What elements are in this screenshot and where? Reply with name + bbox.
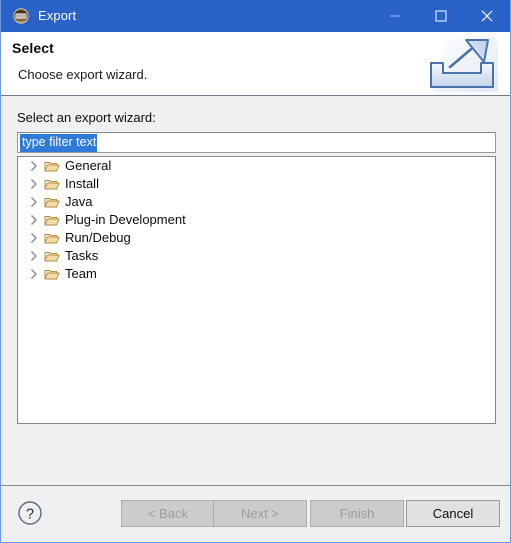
chevron-right-icon[interactable] [26, 158, 42, 174]
chevron-right-icon[interactable] [26, 194, 42, 210]
minimize-button[interactable] [372, 0, 418, 32]
folder-icon [44, 248, 60, 264]
tree-item-label: General [65, 158, 112, 173]
export-wizard-dialog: Export Select Choose export wizard. Sele… [0, 0, 511, 543]
tree-item-label: Plug-in Development [65, 212, 186, 227]
tree-item-label: Java [65, 194, 93, 209]
folder-icon [44, 230, 60, 246]
wizard-header: Select Choose export wizard. [1, 32, 510, 96]
tree-item[interactable]: Team [18, 265, 495, 283]
filter-input[interactable]: type filter text [17, 132, 496, 153]
chevron-right-icon[interactable] [26, 212, 42, 228]
close-button[interactable] [464, 0, 510, 32]
chevron-right-icon[interactable] [26, 176, 42, 192]
close-icon [481, 10, 493, 22]
tree-item[interactable]: Run/Debug [18, 229, 495, 247]
wizard-body: Select an export wizard: type filter tex… [1, 96, 510, 485]
tree-item[interactable]: General [18, 157, 495, 175]
minimize-icon [390, 15, 400, 17]
folder-icon [44, 266, 60, 282]
folder-icon [44, 194, 60, 210]
maximize-icon [435, 10, 447, 22]
chevron-right-icon[interactable] [26, 248, 42, 264]
tree-item[interactable]: Plug-in Development [18, 211, 495, 229]
title-bar: Export [1, 0, 510, 32]
tree-item-label: Run/Debug [65, 230, 131, 245]
filter-input-value: type filter text [20, 133, 98, 152]
tree-item[interactable]: Install [18, 175, 495, 193]
back-button[interactable]: < Back [121, 500, 215, 527]
chevron-right-icon[interactable] [26, 266, 42, 282]
select-wizard-label: Select an export wizard: [17, 110, 156, 125]
folder-icon [44, 158, 60, 174]
dialog-footer: ? < Back Next > Finish Cancel [1, 485, 510, 542]
tree-item-label: Team [65, 266, 97, 281]
page-subtitle: Choose export wizard. [18, 67, 148, 82]
export-wizard-banner-icon [426, 38, 498, 92]
tree-item-label: Install [65, 176, 99, 191]
next-button[interactable]: Next > [213, 500, 307, 527]
help-question-icon[interactable]: ? [17, 500, 43, 526]
tree-item-label: Tasks [65, 248, 99, 263]
page-title: Select [12, 40, 54, 56]
folder-icon [44, 212, 60, 228]
folder-icon [44, 176, 60, 192]
chevron-right-icon[interactable] [26, 230, 42, 246]
finish-button[interactable]: Finish [310, 500, 404, 527]
export-wizard-tree[interactable]: General Install Java Plug-in Development Run… [17, 156, 496, 424]
tree-item[interactable]: Tasks [18, 247, 495, 265]
svg-text:?: ? [26, 506, 34, 522]
cancel-button[interactable]: Cancel [406, 500, 500, 527]
tree-item[interactable]: Java [18, 193, 495, 211]
maximize-button[interactable] [418, 0, 464, 32]
window-title: Export [38, 8, 77, 23]
eclipse-logo-icon [13, 8, 29, 24]
